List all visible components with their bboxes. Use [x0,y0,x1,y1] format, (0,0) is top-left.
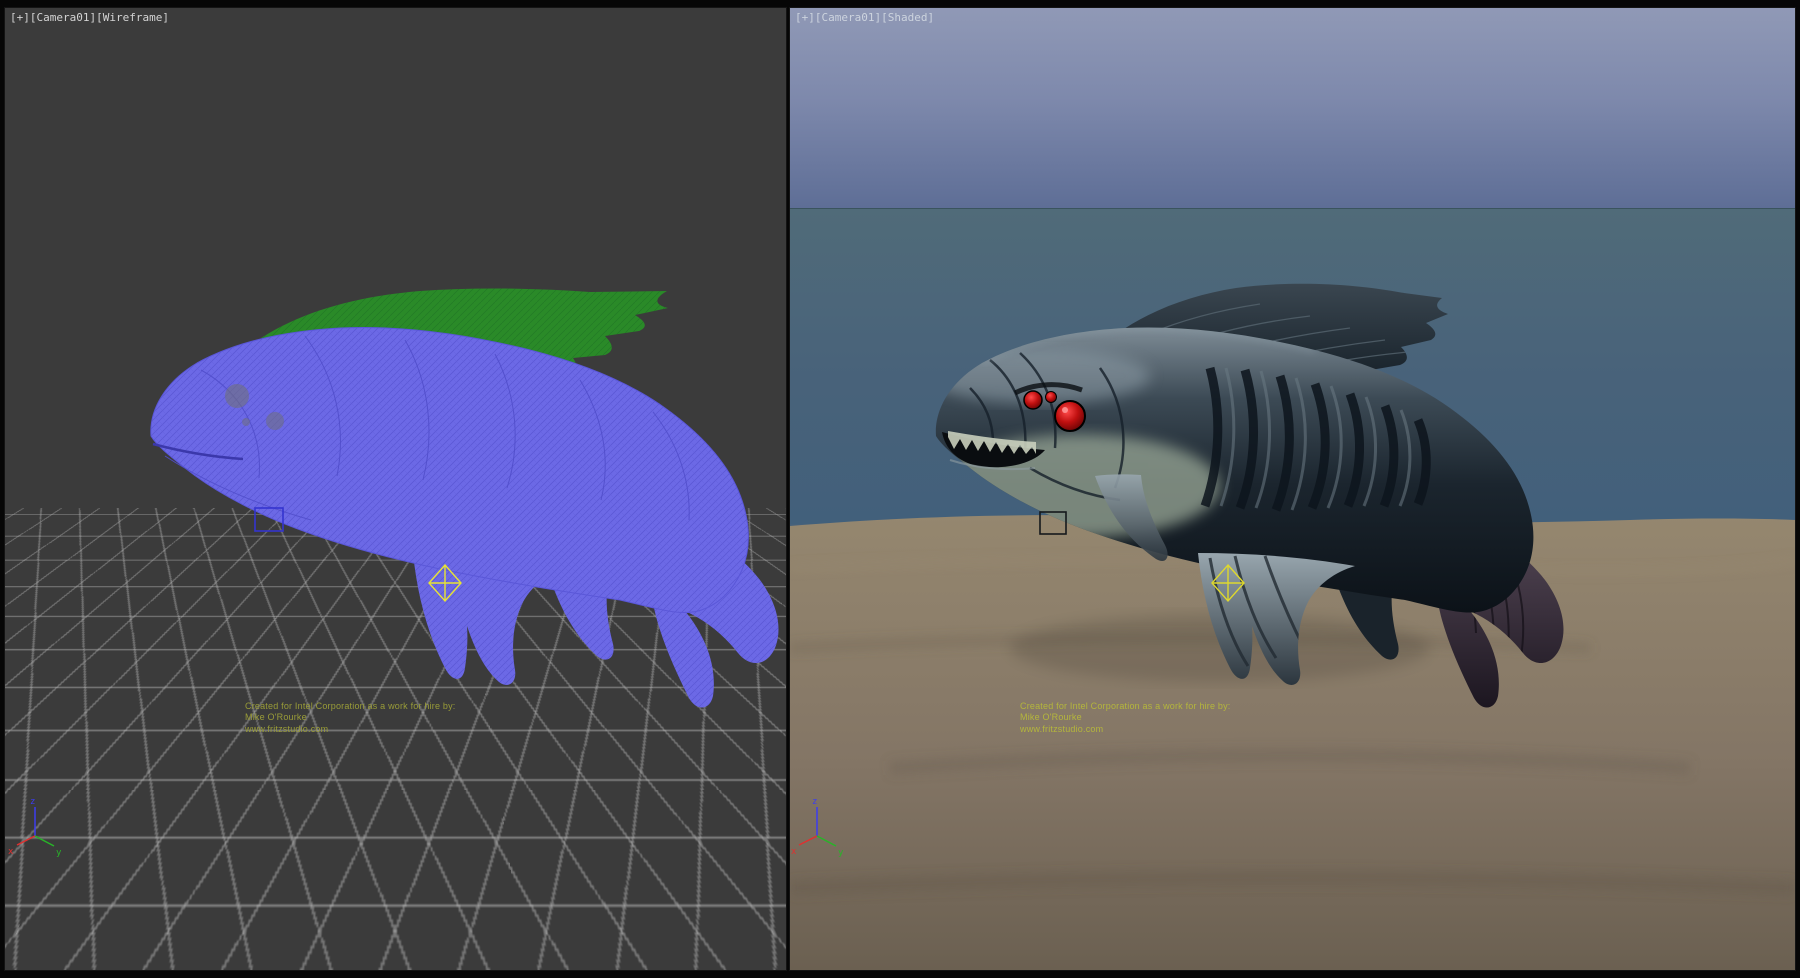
watermark-line3: www.fritzstudio.com [245,724,456,735]
fish-model-wireframe[interactable] [135,278,786,728]
viewport-canvas: z x y [+][Camera01][Wireframe] Created f… [0,0,1800,978]
eye-small [1046,392,1057,403]
watermark-text: Created for Intel Corporation as a work … [1020,701,1231,735]
eye-large-wireframe [225,384,249,408]
shaded-scene: z x y [790,8,1795,970]
axis-tripod: z x y [791,797,844,858]
axis-z-label: z [30,797,35,807]
axis-y-label: y [56,848,62,858]
eye-small-wireframe [266,412,284,430]
wireframe-scene: z x y [5,8,786,970]
eye-mid [1024,391,1042,409]
axis-x-label: x [791,847,797,857]
viewport-wireframe[interactable]: z x y [+][Camera01][Wireframe] Created f… [5,8,786,970]
watermark-line2: Mike O'Rourke [1020,712,1231,723]
viewport-shaded[interactable]: z x y [+][Camera01][Shaded] Created for … [790,8,1795,970]
body-wireframe-hatch [135,308,786,728]
watermark-text: Created for Intel Corporation as a work … [245,701,456,735]
axis-tripod: z x y [8,797,62,858]
axis-y [817,836,836,846]
eye-highlight [1062,407,1068,413]
axis-y [35,836,54,846]
axis-x [799,836,817,845]
viewport-label-shaded[interactable]: [+][Camera01][Shaded] [795,11,934,24]
axis-z-label: z [812,797,817,807]
eye-dot-wireframe [242,418,250,426]
axis-y-label: y [838,848,844,858]
watermark-line1: Created for Intel Corporation as a work … [245,701,456,712]
viewport-label-wireframe[interactable]: [+][Camera01][Wireframe] [10,11,169,24]
eye-large [1055,401,1085,431]
axis-x-label: x [8,847,14,857]
watermark-line1: Created for Intel Corporation as a work … [1020,701,1231,712]
watermark-line2: Mike O'Rourke [245,712,456,723]
axis-x [17,836,35,845]
watermark-line3: www.fritzstudio.com [1020,724,1231,735]
